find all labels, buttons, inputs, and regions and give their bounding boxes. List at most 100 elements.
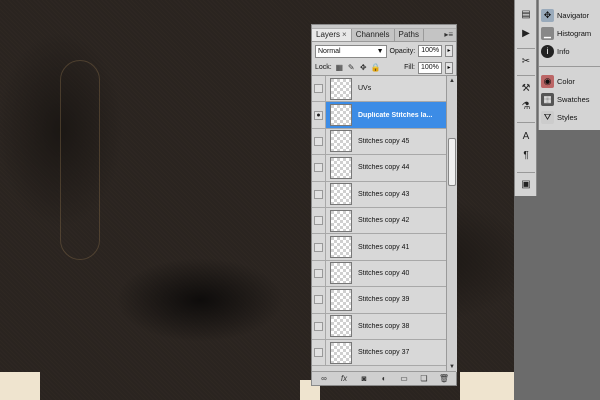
layer-thumbnail (330, 209, 352, 232)
visibility-toggle[interactable] (312, 155, 326, 181)
lock-pixels-icon[interactable]: ✎ (347, 63, 356, 72)
visibility-toggle[interactable] (312, 287, 326, 313)
layer-thumbnail (330, 236, 352, 259)
brushes-icon[interactable]: ⚒ (518, 82, 534, 96)
divider (539, 66, 600, 67)
eye-icon: ● (314, 110, 323, 120)
layer-list: UVs ● Duplicate Stitches la... Stitches cop… (312, 76, 446, 372)
history-icon[interactable]: ▤ (518, 8, 534, 22)
layer-row[interactable]: Stitches copy 38 (312, 313, 446, 340)
layer-name: Stitches copy 44 (358, 164, 410, 172)
layer-name: Stitches copy 39 (358, 296, 410, 304)
visibility-off-icon (314, 136, 323, 146)
paragraph-icon[interactable]: ¶ (518, 149, 534, 163)
panel-menu-icon[interactable]: ▸≡ (444, 30, 453, 39)
blend-row: Normal ▼ Opacity: 100% ▸ (312, 42, 456, 60)
panel-styles[interactable]: ⛛ Styles (541, 108, 600, 126)
new-layer-icon[interactable]: ❏ (418, 373, 430, 385)
layer-thumbnail (330, 77, 352, 100)
info-icon: i (541, 44, 554, 58)
layer-thumbnail (330, 183, 352, 206)
layer-thumbnail (330, 341, 352, 364)
visibility-off-icon (314, 242, 323, 252)
histogram-icon: ▁ (541, 26, 554, 40)
layer-comps-icon[interactable]: ▣ (518, 178, 534, 192)
visibility-toggle[interactable]: ● (312, 102, 326, 128)
link-icon[interactable]: ∞ (318, 373, 330, 385)
layer-row[interactable]: Stitches copy 45 (312, 128, 446, 156)
lock-position-icon[interactable]: ✥ (359, 63, 368, 72)
layers-panel: Layers × Channels Paths ▸≡ Normal ▼ Opaci… (311, 24, 457, 386)
blend-mode-select[interactable]: Normal ▼ (315, 44, 387, 58)
layer-name: UVs (358, 85, 372, 93)
layer-row[interactable]: ● Duplicate Stitches la... (312, 102, 446, 129)
close-icon[interactable]: × (342, 30, 347, 39)
visibility-off-icon (314, 295, 323, 305)
layer-list-scrollbar[interactable]: ▲ ▼ (446, 76, 457, 372)
lock-transparency-icon[interactable]: ▦ (335, 63, 344, 72)
mask-icon[interactable]: ◙ (358, 373, 370, 385)
clone-source-icon[interactable]: ⚗ (518, 100, 534, 114)
layer-row[interactable]: Stitches copy 42 (312, 207, 446, 235)
opacity-slider-toggle[interactable]: ▸ (445, 45, 453, 57)
divider (517, 75, 535, 76)
tab-paths[interactable]: Paths (395, 29, 424, 41)
scroll-up-icon[interactable]: ▲ (447, 76, 457, 86)
tab-channels[interactable]: Channels (352, 29, 395, 41)
layer-row[interactable]: Stitches copy 41 (312, 234, 446, 261)
scroll-thumb[interactable] (448, 138, 456, 186)
layer-row[interactable]: Stitches copy 40 (312, 260, 446, 288)
visibility-toggle[interactable] (312, 76, 326, 102)
panel-histogram[interactable]: ▁ Histogram (541, 24, 600, 42)
color-icon: ◉ (541, 74, 554, 88)
layers-footer: ∞ fx ◙ ◐ ▭ ❏ 🗑 (312, 371, 456, 385)
trash-icon[interactable]: 🗑 (438, 373, 450, 385)
visibility-off-icon (314, 189, 323, 199)
layer-row[interactable]: Stitches copy 39 (312, 287, 446, 314)
fill-input[interactable]: 100% (418, 61, 442, 74)
lock-row: Lock: ▦ ✎ ✥ 🔒 Fill: 100% ▸ (312, 60, 456, 76)
character-icon[interactable]: A (518, 130, 534, 144)
group-icon[interactable]: ▭ (398, 373, 410, 385)
layer-name: Stitches copy 43 (358, 190, 410, 198)
canvas-paper-edge (0, 372, 40, 400)
visibility-off-icon (314, 216, 323, 226)
lock-all-icon[interactable]: 🔒 (371, 63, 381, 72)
fx-icon[interactable]: fx (338, 373, 350, 385)
layer-thumbnail (330, 262, 352, 285)
navigator-icon: ✥ (541, 8, 554, 22)
styles-icon: ⛛ (541, 110, 554, 124)
opacity-input[interactable]: 100% (418, 45, 443, 57)
canvas-paper-edge (460, 372, 514, 400)
layer-name: Duplicate Stitches la... (358, 111, 433, 119)
layer-thumbnail (330, 130, 352, 153)
actions-icon[interactable]: ▶ (518, 27, 534, 41)
layer-row[interactable]: UVs (312, 76, 446, 103)
opacity-label: Opacity: (389, 47, 416, 55)
visibility-toggle[interactable] (312, 234, 326, 260)
panel-swatches[interactable]: ▦ Swatches (541, 90, 600, 108)
swatches-icon: ▦ (541, 92, 554, 106)
panel-info[interactable]: i Info (541, 42, 600, 60)
layer-row[interactable]: Stitches copy 37 (312, 339, 446, 367)
divider (517, 122, 535, 123)
visibility-toggle[interactable] (312, 181, 326, 207)
visibility-off-icon (314, 268, 323, 278)
tab-layers[interactable]: Layers × (312, 29, 352, 41)
layer-row[interactable]: Stitches copy 43 (312, 181, 446, 208)
visibility-toggle[interactable] (312, 207, 326, 234)
visibility-toggle[interactable] (312, 313, 326, 339)
divider (517, 48, 535, 49)
layer-thumbnail (330, 315, 352, 338)
adjustment-icon[interactable]: ◐ (378, 373, 390, 385)
chevron-down-icon: ▼ (376, 47, 384, 55)
panel-color[interactable]: ◉ Color (541, 72, 600, 90)
tools-icon[interactable]: ✂ (518, 55, 534, 69)
visibility-toggle[interactable] (312, 260, 326, 287)
fill-slider-toggle[interactable]: ▸ (445, 61, 453, 74)
layer-thumbnail (330, 156, 352, 179)
visibility-toggle[interactable] (312, 128, 326, 155)
visibility-toggle[interactable] (312, 339, 326, 366)
panel-navigator[interactable]: ✥ Navigator (541, 6, 600, 24)
layer-row[interactable]: Stitches copy 44 (312, 155, 446, 182)
